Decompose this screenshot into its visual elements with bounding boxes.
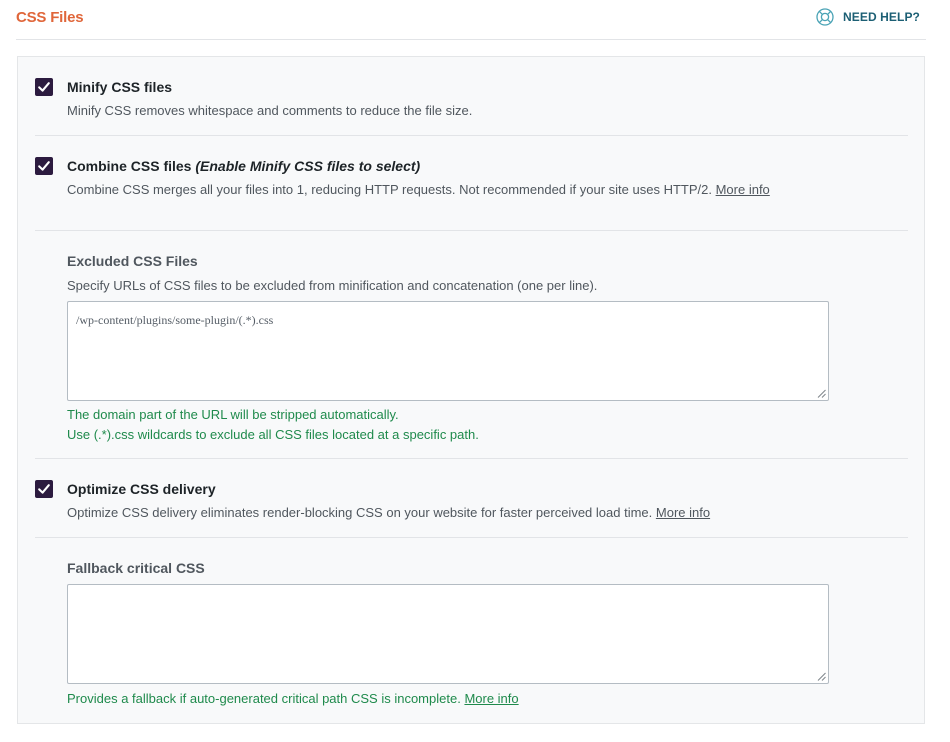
fallback-css-textarea[interactable] (67, 584, 829, 684)
check-icon (38, 484, 50, 494)
combine-css-description-text: Combine CSS merges all your files into 1… (67, 182, 712, 197)
combine-css-title: Combine CSS files (Enable Minify CSS fil… (67, 158, 420, 174)
combine-css-checkbox[interactable] (35, 157, 53, 175)
excluded-css-description: Specify URLs of CSS files to be excluded… (67, 278, 598, 293)
need-help-button[interactable]: NEED HELP? (816, 8, 920, 26)
divider (35, 135, 908, 136)
divider (35, 537, 908, 538)
fallback-css-help-text: Provides a fallback if auto-generated cr… (67, 691, 461, 706)
excluded-css-help-line-2: Use (.*).css wildcards to exclude all CS… (67, 427, 479, 442)
optimize-css-title: Optimize CSS delivery (67, 481, 216, 497)
fallback-css-help: Provides a fallback if auto-generated cr… (67, 691, 519, 706)
excluded-css-section: Excluded CSS Files Specify URLs of CSS f… (67, 253, 847, 293)
excluded-css-help-line-1: The domain part of the URL will be strip… (67, 407, 399, 422)
fallback-css-title: Fallback critical CSS (67, 560, 205, 576)
optimize-css-more-info-link[interactable]: More info (656, 505, 710, 520)
check-icon (38, 161, 50, 171)
fallback-css-more-info-link[interactable]: More info (464, 691, 518, 706)
resize-grip-icon[interactable] (817, 672, 826, 681)
section-header: CSS Files NEED HELP? (16, 0, 926, 40)
excluded-css-title: Excluded CSS Files (67, 253, 198, 269)
optimize-css-checkbox[interactable] (35, 480, 53, 498)
divider (35, 230, 908, 231)
excluded-css-textarea[interactable]: /wp-content/plugins/some-plugin/(.*).css (67, 301, 829, 401)
fallback-css-section: Fallback critical CSS (67, 560, 847, 576)
combine-css-more-info-link[interactable]: More info (716, 182, 770, 197)
excluded-css-value: /wp-content/plugins/some-plugin/(.*).css (76, 313, 274, 327)
combine-css-description: Combine CSS merges all your files into 1… (67, 182, 770, 197)
divider (35, 458, 908, 459)
check-icon (38, 82, 50, 92)
combine-css-title-text: Combine CSS files (67, 158, 192, 174)
minify-css-description: Minify CSS removes whitespace and commen… (67, 103, 473, 118)
lifebuoy-icon (816, 8, 834, 26)
minify-css-checkbox[interactable] (35, 78, 53, 96)
css-options-panel: Minify CSS files Minify CSS removes whit… (17, 56, 925, 724)
optimize-css-description-text: Optimize CSS delivery eliminates render-… (67, 505, 653, 520)
section-title: CSS Files (16, 9, 84, 26)
need-help-label[interactable]: NEED HELP? (843, 10, 920, 24)
optimize-css-description: Optimize CSS delivery eliminates render-… (67, 505, 710, 520)
combine-css-title-note: (Enable Minify CSS files to select) (195, 158, 421, 174)
minify-css-title: Minify CSS files (67, 79, 173, 95)
resize-grip-icon[interactable] (817, 389, 826, 398)
